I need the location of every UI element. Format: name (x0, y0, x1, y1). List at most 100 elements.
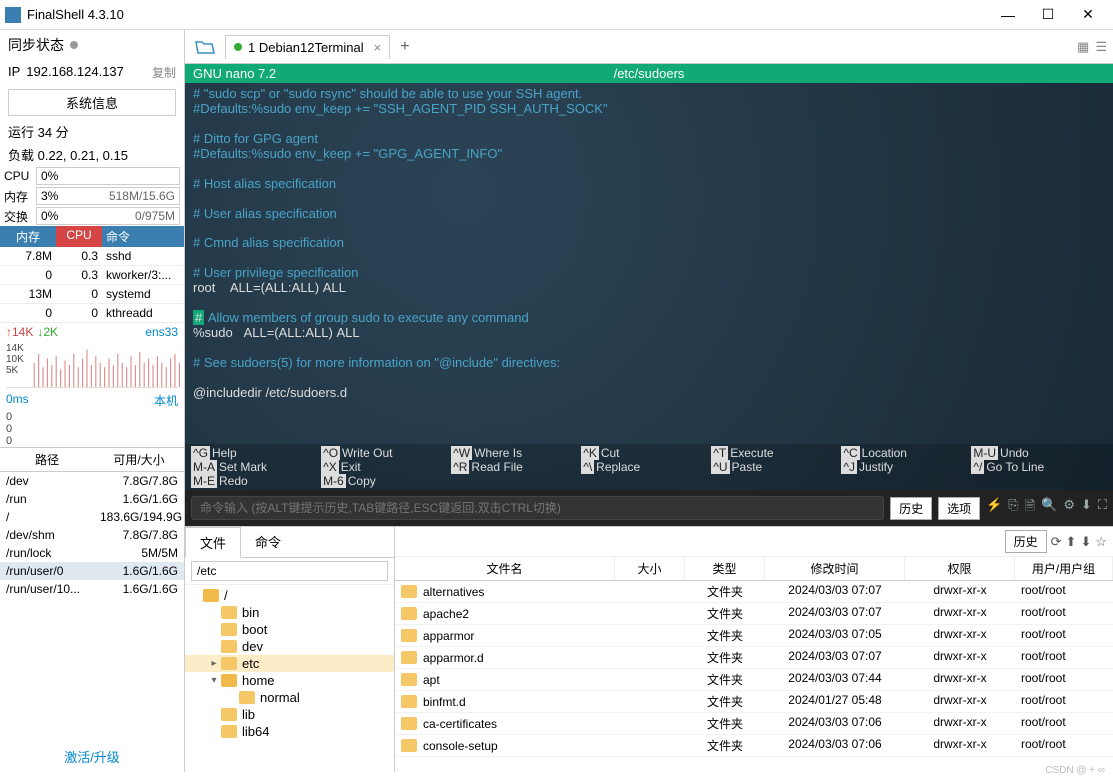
disk-row[interactable]: /183.6G/194.9G (0, 508, 184, 526)
system-info-button[interactable]: 系统信息 (8, 89, 176, 116)
gear-icon[interactable]: ⚙ (1063, 497, 1075, 519)
status-dot-icon (234, 43, 242, 51)
new-tab-button[interactable]: + (390, 34, 419, 60)
tree-item[interactable]: lib (185, 706, 394, 723)
terminal-line (193, 251, 1105, 266)
shortcut: ^CLocation (841, 446, 971, 460)
shortcut: M-ERedo (191, 474, 321, 488)
search-icon[interactable]: 🔍 (1041, 497, 1057, 519)
upload-icon[interactable]: ⬆ (1066, 534, 1077, 550)
process-row[interactable]: 00.3kworker/3:... (0, 266, 184, 285)
disk-row[interactable]: /run/user/10...1.6G/1.6G (0, 580, 184, 598)
disk-header: 路径 可用/大小 (0, 447, 184, 472)
col-perm[interactable]: 权限 (905, 557, 1015, 580)
shortcut: ^OWrite Out (321, 446, 451, 460)
file-row[interactable]: apache2文件夹2024/03/03 07:07drwxr-xr-xroot… (395, 603, 1113, 625)
maximize-button[interactable]: ☐ (1028, 6, 1068, 23)
tabbar: 1 Debian12Terminal × + ▦ ☰ (185, 30, 1113, 64)
download-icon[interactable]: ⬇ (1081, 497, 1092, 519)
bolt-icon[interactable]: ⚡ (986, 497, 1002, 519)
swap-ext: 0/975M (135, 209, 175, 223)
activate-button[interactable]: 激活/升级 (0, 741, 184, 772)
history-button[interactable]: 历史 (890, 497, 932, 520)
command-input[interactable] (191, 496, 884, 520)
file-row[interactable]: apparmor文件夹2024/03/03 07:05drwxr-xr-xroo… (395, 625, 1113, 647)
col-mtime[interactable]: 修改时间 (765, 557, 905, 580)
path-history-button[interactable]: 历史 (1005, 530, 1047, 553)
clipboard-icon[interactable]: ⎘ (1008, 497, 1018, 519)
command-bar: 历史 选项 ⚡ ⎘ 🗎 🔍 ⚙ ⬇ ⛶ (185, 490, 1113, 526)
disk-row[interactable]: /dev/shm7.8G/7.8G (0, 526, 184, 544)
tree-item[interactable]: normal (185, 689, 394, 706)
expand-icon[interactable]: ⛶ (1098, 497, 1107, 519)
net-up: ↑14K (6, 325, 33, 339)
list-view-icon[interactable]: ☰ (1095, 39, 1107, 55)
folder-icon (221, 640, 237, 653)
tick: 5K (6, 365, 24, 376)
cpu-meter: CPU 0% (0, 166, 184, 186)
options-button[interactable]: 选项 (938, 497, 980, 520)
terminal-line: # "sudo scp" or "sudo rsync" should be a… (193, 87, 1105, 102)
bookmark-icon[interactable]: ☆ (1095, 534, 1107, 550)
file-row[interactable]: alternatives文件夹2024/03/03 07:07drwxr-xr-… (395, 581, 1113, 603)
col-type[interactable]: 类型 (685, 557, 765, 580)
folder-icon (401, 695, 417, 708)
tab-files[interactable]: 文件 (185, 527, 241, 558)
latency-host-select[interactable]: 本机 (154, 392, 178, 409)
file-row[interactable]: console-setup文件夹2024/03/03 07:06drwxr-xr… (395, 735, 1113, 757)
tab-commands[interactable]: 命令 (241, 527, 295, 557)
download-icon[interactable]: ⬇ (1080, 534, 1091, 550)
process-row[interactable]: 13M0systemd (0, 285, 184, 304)
close-button[interactable]: ✕ (1068, 6, 1108, 23)
open-folder-button[interactable] (191, 34, 219, 60)
copy-ip-button[interactable]: 复制 (152, 64, 176, 81)
terminal-line: #Defaults:%sudo env_keep += "GPG_AGENT_I… (193, 147, 1105, 162)
disk-row[interactable]: /dev7.8G/7.8G (0, 472, 184, 490)
terminal-line: @includedir /etc/sudoers.d (193, 386, 1105, 401)
shortcut: ^WWhere Is (451, 446, 581, 460)
folder-icon (401, 739, 417, 752)
file-row[interactable]: apparmor.d文件夹2024/03/03 07:07drwxr-xr-xr… (395, 647, 1113, 669)
terminal-line: root ALL=(ALL:ALL) ALL (193, 281, 1105, 296)
tree-item[interactable]: / (185, 587, 394, 604)
shortcut: ^UPaste (711, 460, 841, 474)
folder-icon (401, 585, 417, 598)
folder-icon (401, 651, 417, 664)
tree-item[interactable]: ▾home (185, 672, 394, 689)
ip-label: IP (8, 64, 20, 81)
tree-item[interactable]: lib64 (185, 723, 394, 740)
shortcut: M-6Copy (321, 474, 451, 488)
mem-pct: 3% (37, 189, 58, 203)
tree-item[interactable]: dev (185, 638, 394, 655)
grid-view-icon[interactable]: ▦ (1077, 39, 1089, 55)
titlebar: FinalShell 4.3.10 — ☐ ✕ (0, 0, 1113, 30)
process-row[interactable]: 00kthreadd (0, 304, 184, 323)
note-icon[interactable]: 🗎 (1025, 497, 1035, 519)
refresh-icon[interactable]: ⟳ (1051, 534, 1062, 550)
file-row[interactable]: binfmt.d文件夹2024/01/27 05:48drwxr-xr-xroo… (395, 691, 1113, 713)
file-row[interactable]: ca-certificates文件夹2024/03/03 07:06drwxr-… (395, 713, 1113, 735)
net-iface-select[interactable]: ens33 (145, 325, 178, 339)
tab-session[interactable]: 1 Debian12Terminal × (225, 35, 390, 59)
disk-row[interactable]: /run1.6G/1.6G (0, 490, 184, 508)
proc-hdr-cmd: 命令 (102, 226, 184, 247)
col-owner[interactable]: 用户/用户组 (1015, 557, 1113, 580)
tree-item[interactable]: boot (185, 621, 394, 638)
folder-icon (221, 708, 237, 721)
minimize-button[interactable]: — (988, 7, 1028, 23)
file-row[interactable]: apt文件夹2024/03/03 07:44drwxr-xr-xroot/roo… (395, 669, 1113, 691)
tree-item[interactable]: bin (185, 604, 394, 621)
disk-row[interactable]: /run/user/01.6G/1.6G (0, 562, 184, 580)
path-input[interactable] (191, 561, 388, 581)
close-tab-icon[interactable]: × (374, 40, 382, 55)
terminal[interactable]: GNU nano 7.2 /etc/sudoers # "sudo scp" o… (185, 64, 1113, 490)
process-row[interactable]: 7.8M0.3sshd (0, 247, 184, 266)
folder-icon (221, 606, 237, 619)
folder-icon (203, 589, 219, 602)
col-size[interactable]: 大小 (615, 557, 685, 580)
terminal-line (193, 296, 1105, 311)
tree-item[interactable]: ▸etc (185, 655, 394, 672)
col-name[interactable]: 文件名 (395, 557, 615, 580)
folder-icon (401, 717, 417, 730)
disk-row[interactable]: /run/lock5M/5M (0, 544, 184, 562)
